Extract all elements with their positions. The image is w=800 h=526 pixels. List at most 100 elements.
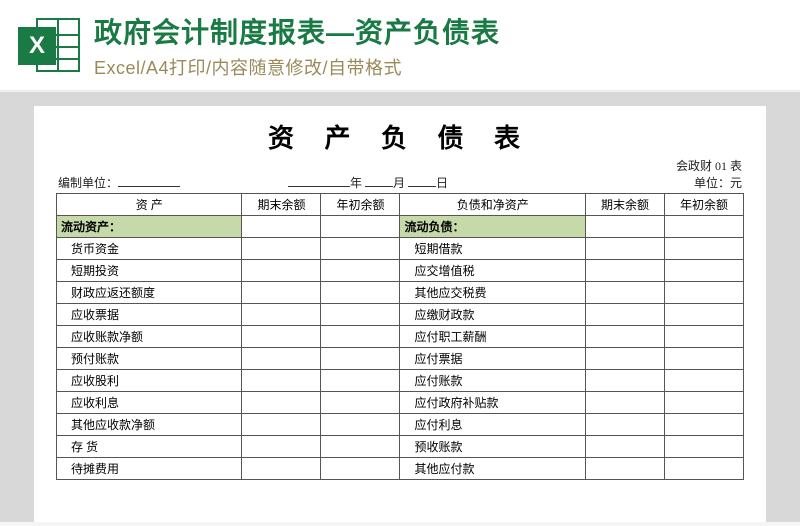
liability-year-begin (664, 303, 743, 325)
unit-label: 单位：元 (694, 174, 742, 191)
liability-label: 应付职工薪酬 (400, 325, 585, 347)
asset-period-end (242, 259, 321, 281)
page-subtitle: Excel/A4打印/内容随意修改/自带格式 (94, 54, 782, 80)
asset-period-end (242, 325, 321, 347)
asset-period-end (242, 303, 321, 325)
liability-period-end (585, 325, 664, 347)
asset-year-begin (321, 391, 400, 413)
document-paper: 资 产 负 债 表 会政财 01 表 编制单位： 单位：元 年 月 日 资 产 … (34, 106, 766, 522)
asset-year-begin (321, 215, 400, 237)
liability-label: 短期借款 (400, 237, 585, 259)
liability-label: 应付政府补贴款 (400, 391, 585, 413)
asset-year-begin (321, 369, 400, 391)
liability-label: 应缴财政款 (400, 303, 585, 325)
page-header: X 政府会计制度报表—资产负债表 Excel/A4打印/内容随意修改/自带格式 (0, 0, 800, 92)
table-row: 待摊费用 其他应付款 (57, 457, 744, 479)
liability-label: 应付账款 (400, 369, 585, 391)
table-row: 预付账款 应付票据 (57, 347, 744, 369)
page-title: 政府会计制度报表—资产负债表 (94, 16, 782, 50)
liability-period-end (585, 435, 664, 457)
asset-period-end (242, 215, 321, 237)
liability-period-end (585, 347, 664, 369)
liability-label: 其他应交税费 (400, 281, 585, 303)
liability-period-end (585, 281, 664, 303)
liability-year-begin (664, 259, 743, 281)
excel-badge-letter: X (18, 27, 56, 65)
liability-period-end (585, 215, 664, 237)
table-row: 货币资金 短期借款 (57, 237, 744, 259)
asset-label: 流动资产： (57, 215, 242, 237)
asset-label: 货币资金 (57, 237, 242, 259)
liability-label: 预收账款 (400, 435, 585, 457)
sheet-title: 资 产 负 债 表 (56, 118, 744, 155)
org-label: 编制单位： (58, 174, 180, 191)
liability-label: 其他应付款 (400, 457, 585, 479)
liability-year-begin (664, 435, 743, 457)
balance-sheet-table: 资 产 期末余额 年初余额 负债和净资产 期末余额 年初余额 流动资产： 流动负债… (56, 193, 744, 480)
table-row: 应收利息 应付政府补贴款 (57, 391, 744, 413)
asset-label: 存 货 (57, 435, 242, 457)
table-row: 应收股利 应付账款 (57, 369, 744, 391)
asset-year-begin (321, 281, 400, 303)
liability-year-begin (664, 391, 743, 413)
asset-label: 短期投资 (57, 259, 242, 281)
table-row: 存 货 预收账款 (57, 435, 744, 457)
asset-label: 其他应收款净额 (57, 413, 242, 435)
table-row: 流动资产： 流动负债： (57, 215, 744, 237)
asset-year-begin (321, 325, 400, 347)
asset-label: 待摊费用 (57, 457, 242, 479)
liability-period-end (585, 259, 664, 281)
asset-year-begin (321, 259, 400, 281)
excel-icon: X (18, 14, 80, 76)
table-row: 短期投资 应交增值税 (57, 259, 744, 281)
asset-year-begin (321, 413, 400, 435)
asset-period-end (242, 347, 321, 369)
liability-period-end (585, 369, 664, 391)
asset-year-begin (321, 347, 400, 369)
liability-period-end (585, 237, 664, 259)
liability-label: 应付票据 (400, 347, 585, 369)
asset-label: 应收股利 (57, 369, 242, 391)
liability-year-begin (664, 369, 743, 391)
liability-year-begin (664, 457, 743, 479)
sheet-meta: 会政财 01 表 编制单位： 单位：元 年 月 日 (56, 157, 744, 193)
liability-year-begin (664, 215, 743, 237)
liability-year-begin (664, 281, 743, 303)
header-text: 政府会计制度报表—资产负债表 Excel/A4打印/内容随意修改/自带格式 (94, 14, 782, 80)
table-row: 应收账款净额 应付职工薪酬 (57, 325, 744, 347)
asset-period-end (242, 281, 321, 303)
asset-period-end (242, 237, 321, 259)
asset-year-begin (321, 237, 400, 259)
table-header-row: 资 产 期末余额 年初余额 负债和净资产 期末余额 年初余额 (57, 193, 744, 215)
asset-year-begin (321, 435, 400, 457)
liability-year-begin (664, 237, 743, 259)
liability-year-begin (664, 413, 743, 435)
asset-year-begin (321, 457, 400, 479)
liability-label: 应交增值税 (400, 259, 585, 281)
asset-period-end (242, 457, 321, 479)
asset-label: 应收利息 (57, 391, 242, 413)
asset-label: 财政应返还额度 (57, 281, 242, 303)
col-liabilities: 负债和净资产 (400, 193, 585, 215)
asset-period-end (242, 369, 321, 391)
liability-period-end (585, 457, 664, 479)
asset-period-end (242, 435, 321, 457)
asset-label: 应收账款净额 (57, 325, 242, 347)
date-field: 年 月 日 (288, 174, 448, 191)
document-preview-area: 资 产 负 债 表 会政财 01 表 编制单位： 单位：元 年 月 日 资 产 … (0, 92, 800, 522)
form-code: 会政财 01 表 (676, 157, 742, 174)
table-row: 财政应返还额度 其他应交税费 (57, 281, 744, 303)
col-period-end-left: 期末余额 (242, 193, 321, 215)
liability-period-end (585, 303, 664, 325)
org-blank (118, 175, 180, 187)
liability-label: 流动负债： (400, 215, 585, 237)
table-row: 其他应收款净额 应付利息 (57, 413, 744, 435)
liability-period-end (585, 391, 664, 413)
liability-label: 应付利息 (400, 413, 585, 435)
liability-year-begin (664, 325, 743, 347)
col-period-end-right: 期末余额 (585, 193, 664, 215)
liability-period-end (585, 413, 664, 435)
table-row: 应收票据应缴财政款 (57, 303, 744, 325)
col-year-begin-right: 年初余额 (664, 193, 743, 215)
asset-label: 预付账款 (57, 347, 242, 369)
